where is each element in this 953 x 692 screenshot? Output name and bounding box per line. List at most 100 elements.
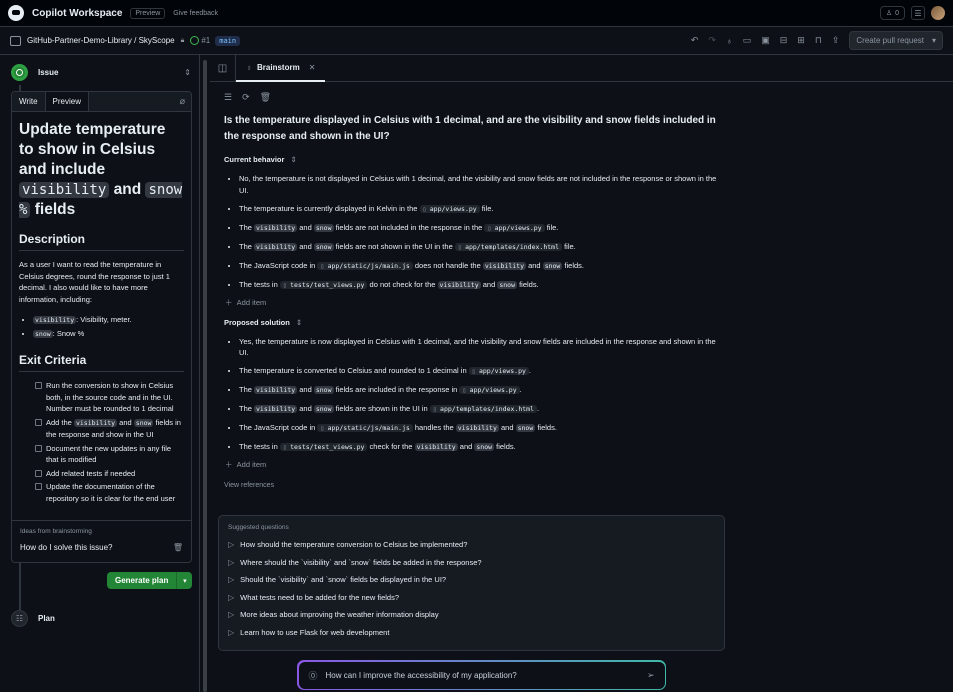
list-item-text: . bbox=[519, 385, 522, 394]
chevron-down-icon[interactable]: ▾ bbox=[176, 572, 193, 589]
issue-number[interactable]: #1 bbox=[201, 36, 210, 45]
suggested-question-text[interactable]: More ideas about improving the weather i… bbox=[240, 610, 438, 619]
tab-preview[interactable]: Preview bbox=[45, 92, 89, 111]
menu-icon[interactable]: ☰ bbox=[911, 6, 925, 20]
list-item: visibility: Visibility, meter. bbox=[33, 313, 184, 327]
add-item-button[interactable]: ＋ Add item bbox=[225, 297, 724, 308]
chat-input-value[interactable]: How can I improve the accessibility of m… bbox=[326, 671, 517, 680]
question-icon: ⓪ bbox=[308, 670, 318, 681]
list-item-text: and bbox=[480, 279, 498, 289]
send-icon[interactable]: ➢ bbox=[647, 670, 655, 681]
bookmark-icon[interactable]: ⊓ bbox=[815, 35, 822, 46]
list-item-text: and bbox=[457, 442, 475, 451]
file-path-chip[interactable]: tests/test_views.py bbox=[279, 443, 368, 451]
tab-brainstorm-label: Brainstorm bbox=[257, 62, 300, 72]
repo-name[interactable]: GitHub-Partner-Demo-Library / SkyScope bbox=[27, 36, 175, 45]
file-path-chip[interactable]: app/views.py bbox=[419, 204, 480, 213]
view-references-link[interactable]: View references bbox=[224, 482, 724, 489]
suggested-question[interactable]: ▷ What tests need to be added for the new… bbox=[228, 593, 715, 602]
suggested-question[interactable]: ▷ How should the temperature conversion t… bbox=[228, 540, 715, 549]
create-pull-request-button[interactable]: Create pull request ▾ bbox=[849, 31, 943, 50]
lightbulb-icon[interactable]: ♁ bbox=[726, 36, 733, 46]
notifications-button[interactable]: ♙ 0 bbox=[879, 6, 905, 20]
chevron-down-icon[interactable]: ▾ bbox=[932, 36, 936, 45]
checkbox[interactable] bbox=[35, 418, 42, 426]
refresh-icon[interactable]: ⟳ bbox=[242, 92, 250, 103]
list-item-text: The temperature is converted to Celsius … bbox=[239, 366, 469, 375]
resize-gutter[interactable] bbox=[200, 55, 210, 692]
trash-icon[interactable]: 🗑︎ bbox=[173, 543, 183, 552]
tab-brainstorm[interactable]: ♁ Brainstorm ✕ bbox=[236, 55, 326, 82]
file-path-chip[interactable]: app/views.py bbox=[468, 367, 529, 375]
tab-write[interactable]: Write bbox=[12, 92, 46, 111]
export-icon[interactable]: ⇪ bbox=[832, 35, 840, 46]
app-title[interactable]: Copilot Workspace bbox=[32, 8, 122, 19]
suggested-question-text[interactable]: How should the temperature conversion to… bbox=[240, 540, 467, 549]
expand-icon[interactable]: ⇕ bbox=[296, 318, 302, 327]
scrollbar[interactable] bbox=[203, 60, 207, 692]
list-item: The temperature is converted to Celsius … bbox=[239, 365, 724, 378]
list-item-text: file. bbox=[479, 203, 494, 213]
idea-text[interactable]: How do I solve this issue? bbox=[20, 543, 113, 552]
suggested-question-text[interactable]: Where should the `visibility` and `snow`… bbox=[240, 558, 481, 567]
file-path-chip[interactable]: app/views.py bbox=[484, 223, 545, 232]
checkbox[interactable] bbox=[35, 444, 42, 452]
list-item: Yes, the temperature is now displayed in… bbox=[239, 336, 724, 359]
close-icon[interactable]: ✕ bbox=[309, 63, 316, 72]
generate-plan-button[interactable]: Generate plan ▾ bbox=[107, 572, 193, 589]
branch-badge[interactable]: main bbox=[215, 35, 241, 46]
paperclip-icon[interactable]: ⌀ bbox=[180, 92, 191, 111]
undo-icon[interactable]: ↶ bbox=[691, 35, 699, 46]
expand-icon[interactable]: ⇕ bbox=[290, 155, 296, 164]
file-path-chip[interactable]: app/templates/index.html bbox=[429, 405, 537, 413]
suggested-question[interactable]: ▷ Should the `visibility` and `snow` fiel… bbox=[228, 575, 715, 584]
checklist-item: Run the conversion to show in Celsius bo… bbox=[35, 380, 184, 415]
file-path-chip[interactable]: app/views.py bbox=[459, 386, 520, 394]
list-item-text: fields. bbox=[494, 442, 516, 451]
inline-code: visibility bbox=[254, 223, 298, 232]
suggested-question-text[interactable]: Should the `visibility` and `snow` field… bbox=[240, 575, 446, 584]
codespace-icon[interactable]: ⊟ bbox=[780, 35, 788, 46]
checkbox[interactable] bbox=[35, 469, 42, 477]
suggested-question[interactable]: ▷ More ideas about improving the weather … bbox=[228, 610, 715, 619]
file-path-chip[interactable]: tests/test_views.py bbox=[279, 280, 368, 289]
give-feedback-link[interactable]: Give feedback bbox=[173, 10, 218, 17]
generate-plan-label[interactable]: Generate plan bbox=[107, 572, 177, 589]
list-item: The tests in tests/test_views.py check f… bbox=[239, 441, 724, 454]
checklist-item-text: Update the documentation of the reposito… bbox=[46, 481, 184, 504]
chat-input[interactable]: ⓪ How can I improve the accessibility of… bbox=[298, 661, 665, 689]
checklist-text: Update the documentation of the reposito… bbox=[46, 482, 176, 503]
list-item-text: fields are not included in the response … bbox=[333, 222, 485, 232]
terminal-icon[interactable]: ▣ bbox=[761, 35, 770, 46]
collapse-icon[interactable]: ⇕ bbox=[184, 68, 191, 77]
sidebar-toggle-icon[interactable]: ◫ bbox=[210, 54, 236, 82]
file-path-chip[interactable]: app/templates/index.html bbox=[454, 242, 562, 251]
proposed-solution-label: Proposed solution bbox=[224, 317, 290, 327]
add-item-button[interactable]: ＋ Add item bbox=[225, 459, 724, 470]
checkbox[interactable] bbox=[35, 483, 42, 490]
file-path-chip[interactable]: app/static/js/main.js bbox=[317, 424, 413, 432]
send-arrow-icon: ▷ bbox=[228, 610, 235, 619]
redo-icon[interactable]: ↷ bbox=[708, 35, 716, 46]
list-item-text: and bbox=[297, 241, 314, 251]
brainstorm-panel: ◫ ♁ Brainstorm ✕ ☰ ⟳ 🗑︎ Is the temperatu… bbox=[210, 54, 953, 692]
list-icon[interactable]: ☰ bbox=[224, 92, 232, 103]
trash-icon[interactable]: 🗑︎ bbox=[260, 92, 271, 103]
file-path-chip[interactable]: app/static/js/main.js bbox=[317, 261, 413, 270]
suggested-question[interactable]: ▷ Learn how to use Flask for web developm… bbox=[228, 628, 715, 637]
copilot-logo-icon[interactable] bbox=[8, 5, 24, 21]
checkbox[interactable] bbox=[35, 382, 42, 389]
suggested-question[interactable]: ▷ Where should the `visibility` and `snow… bbox=[228, 558, 715, 567]
list-item-text: handles the bbox=[412, 423, 456, 432]
suggested-question-text[interactable]: What tests need to be added for the new … bbox=[240, 593, 399, 602]
idea-item[interactable]: How do I solve this issue? 🗑︎ bbox=[20, 543, 183, 552]
list-item-text: and bbox=[297, 404, 314, 413]
avatar[interactable] bbox=[931, 6, 945, 20]
inline-code: snow bbox=[542, 261, 563, 270]
share-icon[interactable]: ⊞ bbox=[797, 35, 805, 46]
checklist-text: Document the new updates in any file tha… bbox=[46, 443, 172, 465]
folder-icon[interactable]: ▭ bbox=[743, 35, 752, 46]
suggested-questions-label: Suggested questions bbox=[228, 524, 289, 531]
suggested-question-text[interactable]: Learn how to use Flask for web developme… bbox=[240, 628, 389, 637]
list-item-text: The tests in bbox=[239, 442, 280, 451]
